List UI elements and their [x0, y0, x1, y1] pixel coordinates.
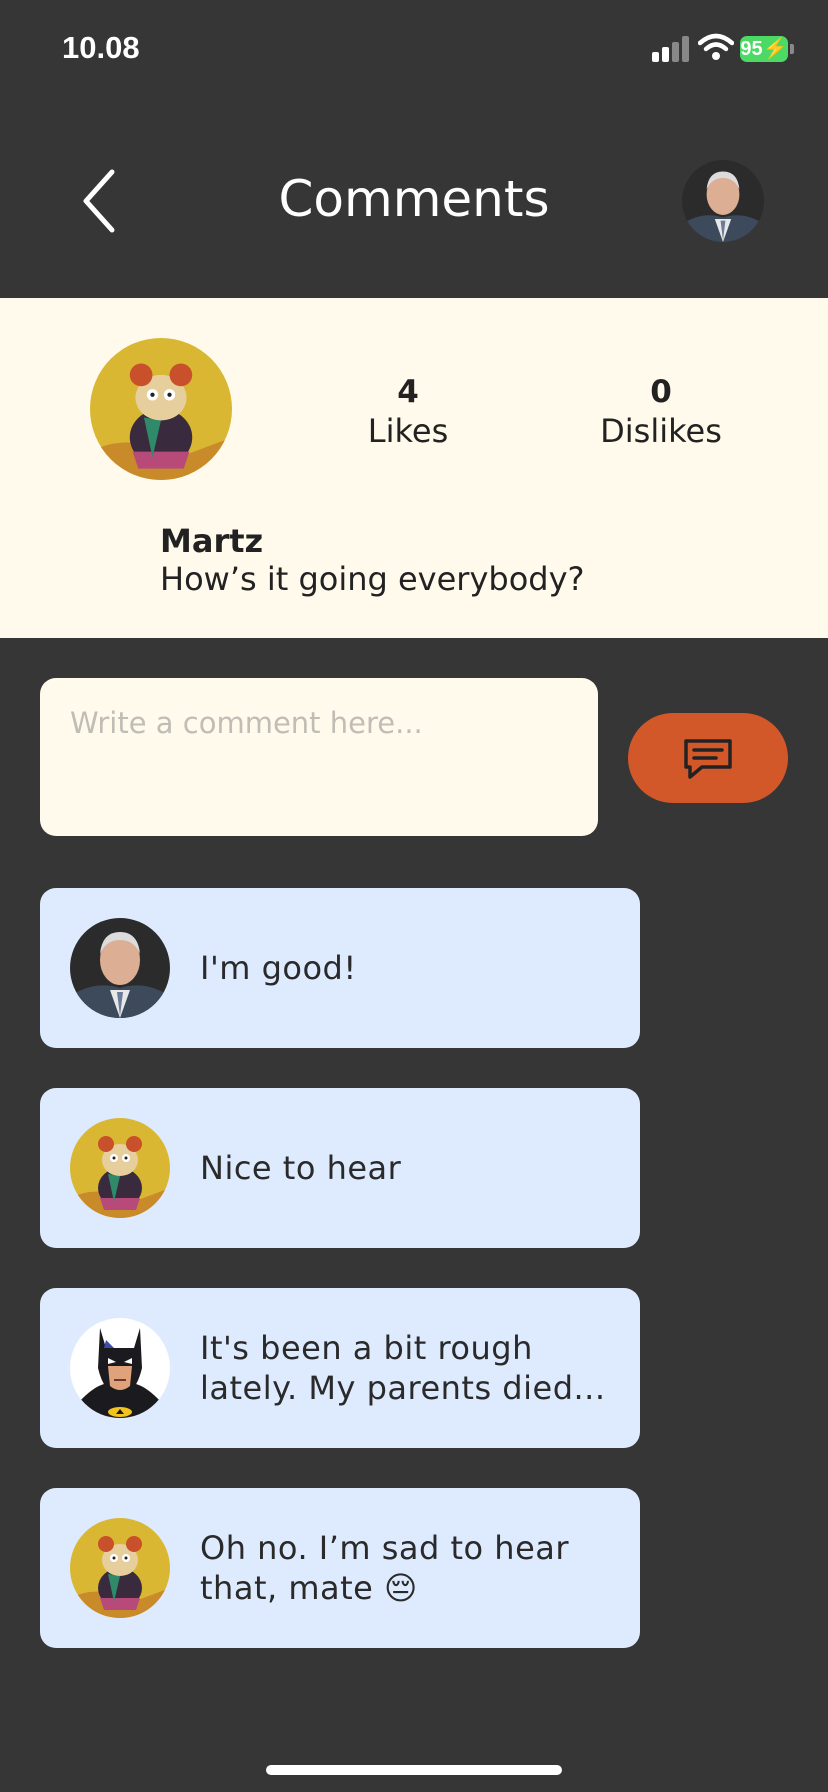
comment-item[interactable]: I'm good! [40, 888, 640, 1048]
battery-icon: 95⚡ [740, 36, 788, 62]
home-indicator[interactable] [266, 1765, 562, 1775]
battery-level: 95 [740, 38, 763, 60]
wifi-icon [697, 32, 735, 62]
post-text: How’s it going everybody? [160, 560, 585, 598]
comment-text: I'm good! [200, 949, 357, 987]
comment-avatar-man[interactable] [70, 918, 170, 1018]
comment-avatar-creature[interactable] [70, 1118, 170, 1218]
likes-label: Likes [367, 412, 449, 450]
status-bar: 10.08 95⚡ [0, 0, 828, 100]
dislikes-stat[interactable]: 0 Dislikes [561, 373, 761, 451]
likes-stat[interactable]: 4 Likes [308, 373, 508, 451]
post-author: Martz [160, 522, 264, 560]
profile-avatar[interactable] [682, 160, 764, 242]
cellular-signal-icon [652, 36, 690, 62]
post-card: 4 Likes 0 Dislikes Martz How’s it going … [0, 298, 828, 638]
send-comment-button[interactable] [628, 713, 788, 803]
message-icon [684, 739, 732, 779]
dislikes-count: 0 [650, 374, 672, 410]
battery-tip [790, 44, 794, 54]
comment-text: Nice to hear [200, 1149, 402, 1187]
status-time: 10.08 [62, 30, 140, 65]
likes-count: 4 [397, 374, 419, 410]
dislikes-label: Dislikes [600, 412, 722, 450]
comment-input[interactable]: Write a comment here... [40, 678, 598, 836]
comment-avatar-creature[interactable] [70, 1518, 170, 1618]
comment-avatar-batman[interactable] [70, 1318, 170, 1418]
comment-text: Oh no. I’m sad to hear that, mate 😔 [200, 1529, 570, 1607]
comment-text: It's been a bit rough lately. My parents… [200, 1329, 606, 1407]
comment-item[interactable]: It's been a bit rough lately. My parents… [40, 1288, 640, 1448]
comment-item[interactable]: Nice to hear [40, 1088, 640, 1248]
comment-item[interactable]: Oh no. I’m sad to hear that, mate 😔 [40, 1488, 640, 1648]
comment-input-placeholder: Write a comment here... [70, 706, 423, 740]
post-author-avatar[interactable] [90, 338, 232, 480]
